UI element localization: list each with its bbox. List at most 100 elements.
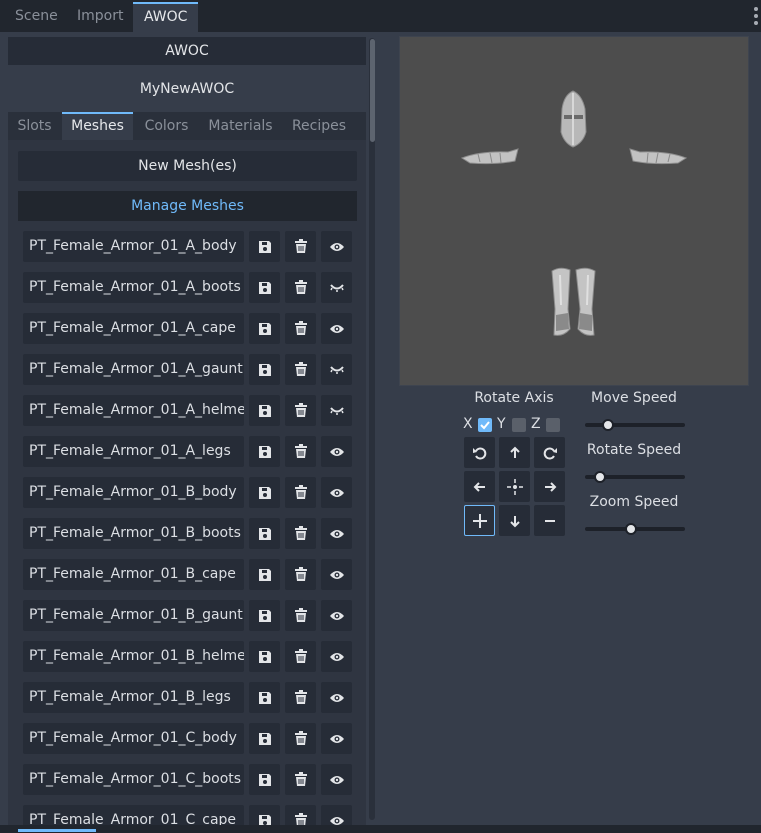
save-mesh-button[interactable] [249, 354, 280, 385]
delete-mesh-button[interactable] [285, 354, 316, 385]
toggle-visibility-button[interactable] [321, 395, 352, 426]
delete-mesh-button[interactable] [285, 723, 316, 754]
more-options-icon[interactable] [754, 7, 758, 25]
mesh-name-field[interactable]: PT_Female_Armor_01_B_gauntl [23, 600, 244, 631]
toggle-visibility-button[interactable] [321, 313, 352, 344]
toggle-visibility-button[interactable] [321, 231, 352, 262]
slider-handle[interactable] [594, 471, 606, 483]
tab-meshes[interactable]: Meshes [62, 112, 133, 140]
save-mesh-button[interactable] [249, 436, 280, 467]
rotate-ccw-button[interactable] [464, 437, 495, 468]
delete-mesh-button[interactable] [285, 805, 316, 825]
delete-mesh-button[interactable] [285, 559, 316, 590]
mesh-name-field[interactable]: PT_Female_Armor_01_A_legs [23, 436, 244, 467]
toggle-visibility-button[interactable] [321, 805, 352, 825]
mesh-name-field[interactable]: PT_Female_Armor_01_B_boots [23, 518, 244, 549]
save-mesh-button[interactable] [249, 764, 280, 795]
delete-mesh-button[interactable] [285, 436, 316, 467]
toggle-visibility-button[interactable] [321, 723, 352, 754]
tab-import[interactable]: Import [66, 2, 134, 32]
zoom-out-button[interactable] [534, 505, 565, 536]
mesh-preview-viewport[interactable] [399, 36, 749, 386]
mesh-name-field[interactable]: PT_Female_Armor_01_A_body [23, 231, 244, 262]
arrow-up-icon [509, 446, 520, 458]
toggle-visibility-button[interactable] [321, 477, 352, 508]
save-mesh-button[interactable] [249, 723, 280, 754]
toggle-visibility-button[interactable] [321, 682, 352, 713]
mesh-name-field[interactable]: PT_Female_Armor_01_C_body [23, 723, 244, 754]
center-button[interactable] [499, 471, 530, 502]
delete-mesh-button[interactable] [285, 764, 316, 795]
toggle-visibility-button[interactable] [321, 559, 352, 590]
tab-materials[interactable]: Materials [199, 112, 282, 140]
save-mesh-button[interactable] [249, 682, 280, 713]
move-speed-slider[interactable] [585, 417, 685, 433]
toggle-visibility-button[interactable] [321, 272, 352, 303]
save-mesh-button[interactable] [249, 518, 280, 549]
mesh-name-field[interactable]: PT_Female_Armor_01_B_legs [23, 682, 244, 713]
rotate-cw-button[interactable] [534, 437, 565, 468]
panel-scrollbar[interactable] [369, 38, 375, 820]
slider-handle[interactable] [602, 419, 614, 431]
save-mesh-button[interactable] [249, 805, 280, 825]
save-mesh-button[interactable] [249, 272, 280, 303]
tab-awoc[interactable]: AWOC [133, 2, 199, 32]
mesh-name-field[interactable]: PT_Female_Armor_01_C_cape [23, 805, 244, 825]
delete-mesh-button[interactable] [285, 477, 316, 508]
toggle-visibility-button[interactable] [321, 354, 352, 385]
move-right-button[interactable] [534, 471, 565, 502]
eye-icon [329, 733, 345, 745]
toggle-visibility-button[interactable] [321, 764, 352, 795]
delete-mesh-button[interactable] [285, 518, 316, 549]
axis-z-checkbox[interactable] [546, 418, 560, 432]
eye-closed-icon [329, 405, 345, 417]
axis-y-checkbox[interactable] [512, 418, 526, 432]
panel-scrollbar-thumb[interactable] [370, 39, 375, 142]
trash-icon [294, 321, 308, 336]
mesh-name-field[interactable]: PT_Female_Armor_01_C_boots [23, 764, 244, 795]
save-mesh-button[interactable] [249, 313, 280, 344]
mesh-name-field[interactable]: PT_Female_Armor_01_A_helmet [23, 395, 244, 426]
arrow-down-icon [509, 515, 520, 527]
tab-scene[interactable]: Scene [4, 2, 69, 32]
move-down-button[interactable] [499, 505, 530, 536]
save-mesh-button[interactable] [249, 477, 280, 508]
arrow-right-icon [544, 481, 556, 492]
toggle-visibility-button[interactable] [321, 518, 352, 549]
tab-recipes[interactable]: Recipes [283, 112, 355, 140]
mesh-name-field[interactable]: PT_Female_Armor_01_B_cape [23, 559, 244, 590]
zoom-speed-slider[interactable] [585, 521, 685, 537]
slider-handle[interactable] [625, 523, 637, 535]
zoom-in-button[interactable] [464, 505, 495, 536]
delete-mesh-button[interactable] [285, 600, 316, 631]
tab-slots[interactable]: Slots [8, 112, 61, 140]
toggle-visibility-button[interactable] [321, 436, 352, 467]
tab-colors[interactable]: Colors [135, 112, 198, 140]
delete-mesh-button[interactable] [285, 682, 316, 713]
delete-mesh-button[interactable] [285, 395, 316, 426]
save-icon [258, 363, 272, 377]
mesh-name-field[interactable]: PT_Female_Armor_01_B_helmet [23, 641, 244, 672]
mesh-name-field[interactable]: PT_Female_Armor_01_A_boots [23, 272, 244, 303]
save-mesh-button[interactable] [249, 600, 280, 631]
save-mesh-button[interactable] [249, 231, 280, 262]
move-up-button[interactable] [499, 437, 530, 468]
save-mesh-button[interactable] [249, 641, 280, 672]
axis-x-checkbox[interactable] [478, 418, 492, 432]
toggle-visibility-button[interactable] [321, 600, 352, 631]
save-mesh-button[interactable] [249, 395, 280, 426]
axis-z-label: Z [531, 416, 541, 432]
mesh-name-field[interactable]: PT_Female_Armor_01_A_gauntl [23, 354, 244, 385]
save-mesh-button[interactable] [249, 559, 280, 590]
toggle-visibility-button[interactable] [321, 641, 352, 672]
delete-mesh-button[interactable] [285, 313, 316, 344]
new-meshes-button[interactable]: New Mesh(es) [18, 151, 357, 181]
delete-mesh-button[interactable] [285, 272, 316, 303]
move-left-button[interactable] [464, 471, 495, 502]
delete-mesh-button[interactable] [285, 231, 316, 262]
delete-mesh-button[interactable] [285, 641, 316, 672]
rotate-speed-slider[interactable] [585, 469, 685, 485]
mesh-name-field[interactable]: PT_Female_Armor_01_A_cape [23, 313, 244, 344]
mesh-name-field[interactable]: PT_Female_Armor_01_B_body [23, 477, 244, 508]
helmet-mesh [560, 90, 587, 148]
